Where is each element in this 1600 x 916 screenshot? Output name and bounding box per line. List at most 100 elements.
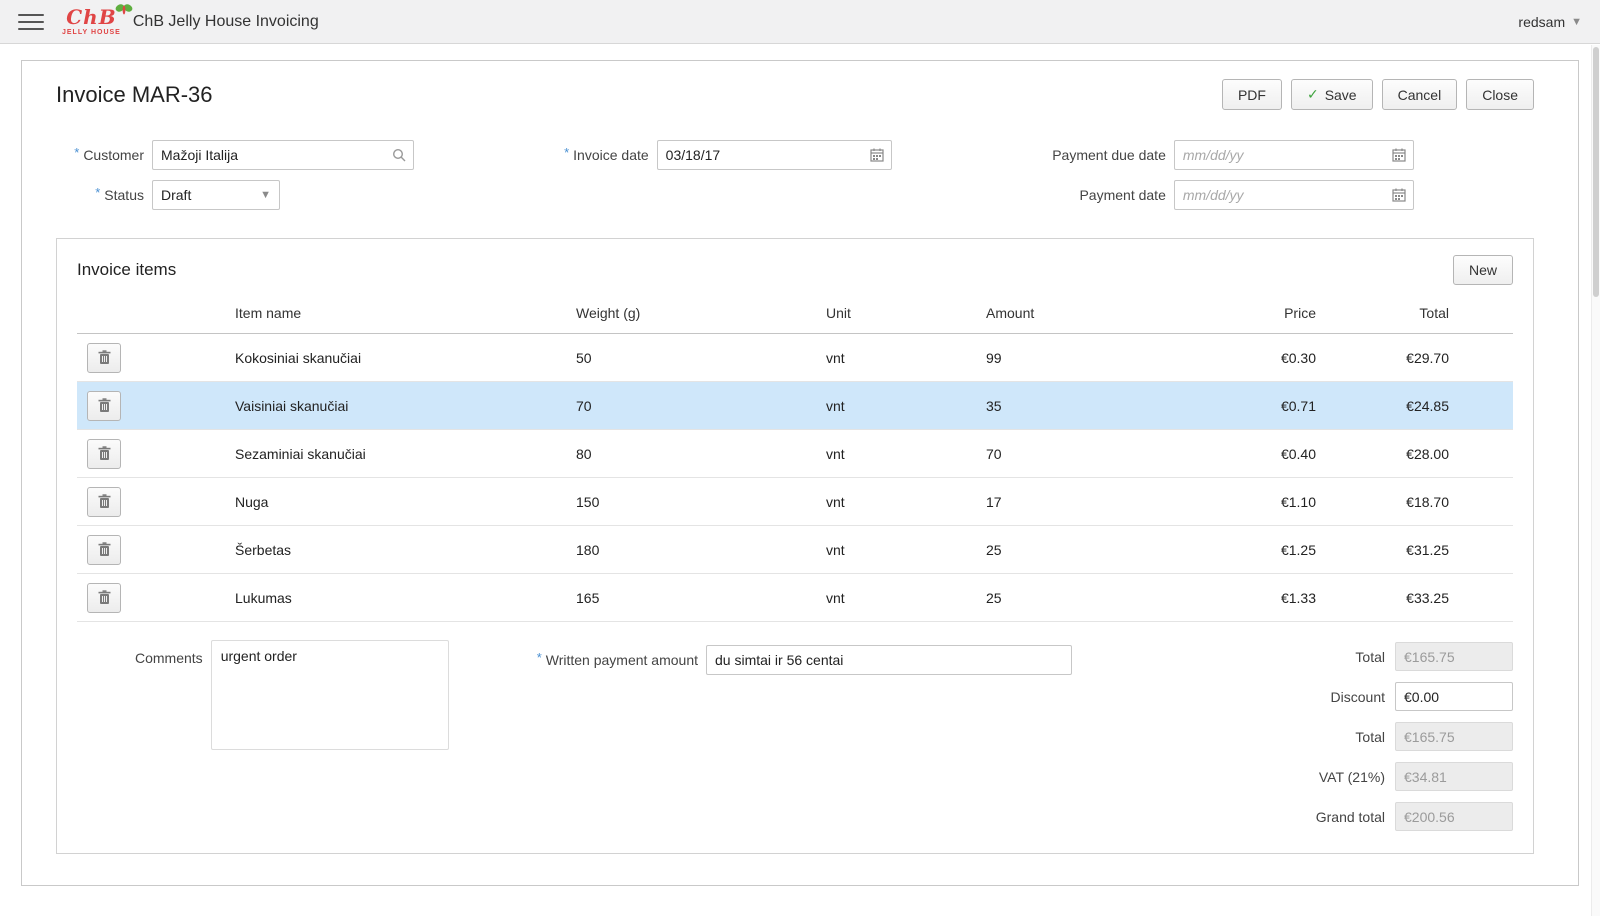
total-label: Grand total (1316, 809, 1385, 825)
column-price: Price (1136, 305, 1316, 321)
column-amount: Amount (986, 305, 1136, 321)
item-weight-cell: 80 (576, 446, 826, 462)
item-weight-cell: 50 (576, 350, 826, 366)
item-unit-cell: vnt (826, 446, 986, 462)
customer-input[interactable] (152, 140, 414, 170)
item-name-cell: Kokosiniai skanučiai (235, 350, 576, 366)
delete-item-button[interactable] (87, 439, 121, 469)
table-row[interactable]: Sezaminiai skanučiai 80 vnt 70 €0.40 €28… (77, 430, 1513, 478)
delete-item-button[interactable] (87, 487, 121, 517)
total-input[interactable] (1395, 802, 1513, 831)
total-input[interactable] (1395, 642, 1513, 671)
payment-date-input[interactable] (1174, 180, 1414, 210)
item-unit-cell: vnt (826, 350, 986, 366)
total-label: Total (1355, 649, 1385, 665)
table-row[interactable]: Šerbetas 180 vnt 25 €1.25 €31.25 (77, 526, 1513, 574)
check-icon: ✓ (1307, 86, 1319, 103)
item-weight-cell: 165 (576, 590, 826, 606)
status-label: *Status (56, 187, 144, 203)
written-payment-input[interactable] (706, 645, 1072, 675)
calendar-icon[interactable] (1392, 188, 1406, 202)
trash-icon (98, 446, 111, 461)
items-panel-title: Invoice items (77, 260, 176, 280)
items-table-header: Item name Weight (g) Unit Amount Price T… (77, 305, 1513, 334)
comments-textarea[interactable]: urgent order (211, 640, 449, 750)
topbar: ChB JELLY HOUSE ChB Jelly House Invoicin… (0, 0, 1600, 44)
table-row[interactable]: Nuga 150 vnt 17 €1.10 €18.70 (77, 478, 1513, 526)
trash-icon (98, 494, 111, 509)
item-name-cell: Lukumas (235, 590, 576, 606)
total-input[interactable] (1395, 722, 1513, 751)
required-marker: * (537, 650, 542, 665)
item-name-cell: Šerbetas (235, 542, 576, 558)
butterfly-icon (115, 3, 133, 17)
written-payment-field: *Written payment amount (537, 640, 1072, 675)
invoice-date-input[interactable] (657, 140, 892, 170)
close-button[interactable]: Close (1466, 79, 1534, 110)
payment-due-date-field: Payment due date (1018, 140, 1534, 170)
spacer (549, 180, 1018, 210)
item-unit-cell: vnt (826, 398, 986, 414)
item-unit-cell: vnt (826, 542, 986, 558)
invoice-date-label: *Invoice date (549, 147, 649, 163)
total-label: Discount (1331, 689, 1385, 705)
new-item-button[interactable]: New (1453, 255, 1513, 285)
item-weight-cell: 70 (576, 398, 826, 414)
required-marker: * (564, 145, 569, 160)
item-amount-cell: 25 (986, 542, 1136, 558)
pdf-button[interactable]: PDF (1222, 79, 1282, 110)
customer-field: *Customer (56, 140, 549, 170)
item-total-cell: €24.85 (1316, 398, 1449, 414)
logo-text: ChB (66, 7, 116, 27)
item-amount-cell: 99 (986, 350, 1136, 366)
scrollbar[interactable] (1591, 45, 1600, 916)
table-row[interactable]: Vaisiniai skanučiai 70 vnt 35 €0.71 €24.… (77, 382, 1513, 430)
delete-item-button[interactable] (87, 391, 121, 421)
app-logo: ChB JELLY HOUSE (62, 7, 121, 36)
delete-item-button[interactable] (87, 535, 121, 565)
item-weight-cell: 180 (576, 542, 826, 558)
item-price-cell: €1.10 (1136, 494, 1316, 510)
scrollbar-thumb[interactable] (1593, 47, 1599, 297)
customer-label: *Customer (56, 147, 144, 163)
total-row: VAT (21%) (1316, 762, 1513, 791)
item-amount-cell: 70 (986, 446, 1136, 462)
total-row: Grand total (1316, 802, 1513, 831)
invoice-card: Invoice MAR-36 PDF ✓Save Cancel Close *C… (21, 60, 1579, 886)
item-weight-cell: 150 (576, 494, 826, 510)
table-row[interactable]: Kokosiniai skanučiai 50 vnt 99 €0.30 €29… (77, 334, 1513, 382)
total-input[interactable] (1395, 762, 1513, 791)
trash-icon (98, 398, 111, 413)
payment-due-date-input[interactable] (1174, 140, 1414, 170)
page-title: Invoice MAR-36 (56, 82, 213, 108)
total-row: Total (1316, 642, 1513, 671)
calendar-icon[interactable] (870, 148, 884, 162)
menu-icon[interactable] (18, 14, 44, 30)
item-price-cell: €1.25 (1136, 542, 1316, 558)
item-unit-cell: vnt (826, 494, 986, 510)
status-value: Draft (161, 187, 191, 203)
payment-due-date-label: Payment due date (1018, 147, 1166, 163)
status-select[interactable]: Draft ▼ (152, 180, 280, 210)
item-name-cell: Vaisiniai skanučiai (235, 398, 576, 414)
user-menu[interactable]: redsam ▼ (1518, 14, 1582, 30)
save-button[interactable]: ✓Save (1291, 79, 1373, 110)
column-unit: Unit (826, 305, 986, 321)
item-amount-cell: 25 (986, 590, 1136, 606)
item-total-cell: €28.00 (1316, 446, 1449, 462)
delete-item-button[interactable] (87, 343, 121, 373)
totals-list: Total Discount Total VAT (21%) (1316, 640, 1513, 831)
total-input[interactable] (1395, 682, 1513, 711)
search-icon[interactable] (392, 148, 406, 162)
column-item-name: Item name (235, 305, 576, 321)
item-name-cell: Nuga (235, 494, 576, 510)
invoice-footer: Comments urgent order *Written payment a… (77, 640, 1513, 831)
table-row[interactable]: Lukumas 165 vnt 25 €1.33 €33.25 (77, 574, 1513, 622)
trash-icon (98, 542, 111, 557)
payment-date-label: Payment date (1018, 187, 1166, 203)
cancel-button[interactable]: Cancel (1382, 79, 1458, 110)
delete-item-button[interactable] (87, 583, 121, 613)
item-price-cell: €0.30 (1136, 350, 1316, 366)
status-field: *Status Draft ▼ (56, 180, 549, 210)
calendar-icon[interactable] (1392, 148, 1406, 162)
